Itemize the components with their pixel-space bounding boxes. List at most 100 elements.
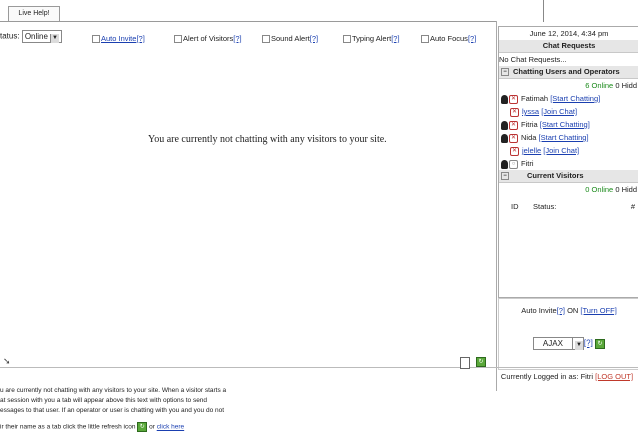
help-line-1: u are currently not chatting with any vi… [0,387,227,394]
visitors-header-label: Current Visitors [527,171,584,180]
collapse-icon[interactable]: − [501,68,509,77]
chat-icon: ✕ [509,94,518,104]
sound-alert-label: Sound Alert [271,34,310,43]
refresh-icon[interactable]: ↻ [595,338,606,349]
users-hidden-count: 0 Hidd [615,81,637,90]
chat-requests-header: Chat Requests [499,40,638,53]
sidebar-panel: June 12, 2014, 4:34 pm Chat Requests No … [498,26,638,298]
chevron-down-icon: ▼ [49,34,59,43]
doc-icon[interactable] [460,357,470,371]
list-item: ✕ jelelle [Join Chat] [499,144,638,157]
divider [496,21,497,391]
visitors-columns: ID Status: # [499,200,638,213]
users-header[interactable]: − Chatting Users and Operators [499,66,638,79]
document-icon [460,357,470,369]
chat-icon: ✕ [510,107,519,117]
refresh-icon: ↻ [476,357,486,367]
list-item: ✕ Fitria [Start Chatting] [499,118,638,131]
visitors-hidden-count: 0 Hidd [615,185,637,194]
auto-invite-help[interactable]: [?] [557,306,565,315]
turn-off-link[interactable]: [Turn OFF] [580,306,616,315]
col-status: Status: [533,202,557,211]
alert-visitors-help[interactable]: [?] [233,34,241,43]
join-chat-link[interactable]: [Join Chat] [541,107,577,116]
option-typing-alert[interactable]: Typing Alert[?] [343,34,400,44]
click-here-link[interactable]: click here [157,424,184,431]
sound-alert-help[interactable]: [?] [310,34,318,43]
user-name-link[interactable]: lyssa [522,107,539,116]
checkbox-icon[interactable] [343,35,351,44]
help-line-4-row: ir their name as a tab click the little … [0,422,226,433]
option-sound-alert[interactable]: Sound Alert[?] [262,34,318,44]
col-id: ID [511,202,519,211]
tab-rule [0,21,496,22]
mode-select-value: AJAX [542,339,563,348]
user-name: Fatimah [521,94,549,103]
list-item: ○ Fitri [499,157,638,170]
visitors-header[interactable]: − Current Visitors [499,170,638,183]
start-chatting-link[interactable]: [Start Chatting] [550,94,600,103]
logged-in-label: Currently Logged in as: [500,372,579,381]
checkbox-icon[interactable] [262,35,270,44]
mode-help[interactable]: [?] [584,339,593,348]
help-text: u are currently not chatting with any vi… [0,386,226,433]
controls-panel: Auto Invite[?] ON [Turn OFF] AJAX ▼ [?] ↻ [498,298,638,370]
chat-requests-empty: No Chat Requests... [499,55,567,64]
auto-invite-link[interactable]: Auto Invite [101,34,136,43]
chat-icon: ✕ [509,133,518,143]
help-or: or [149,423,155,431]
operator-icon [501,133,508,143]
divider [0,367,638,368]
status-select[interactable]: Online ▼ [21,30,62,43]
datetime: June 12, 2014, 4:34 pm [529,29,609,38]
auto-invite-state: ON [567,306,579,315]
mode-row: AJAX ▼ [?] ↻ [499,337,638,350]
option-alert-visitors[interactable]: Alert of Visitors[?] [174,34,242,44]
mode-select[interactable]: AJAX [532,337,573,350]
auto-focus-label: Auto Focus [430,34,468,43]
cursor-icon: ➘ [3,356,11,366]
checkbox-icon[interactable] [174,35,182,44]
list-item: ✕ lyssa [Join Chat] [499,105,638,118]
option-auto-focus[interactable]: Auto Focus[?] [421,34,476,44]
auto-invite-label: Auto Invite [521,306,557,315]
operator-icon [501,120,508,130]
auto-focus-help[interactable]: [?] [468,34,476,43]
mode-select-arrow[interactable]: ▼ [572,337,584,350]
status-row: tatus: Online ▼ [0,30,62,43]
option-auto-invite[interactable]: Auto Invite[?] [92,34,145,44]
logged-in-row: Currently Logged in as: Fitri [LOG OUT] [496,370,638,400]
logout-link[interactable]: [LOG OUT] [595,372,633,381]
operator-icon [501,94,508,104]
list-item: ✕ Nida [Start Chatting] [499,131,638,144]
status-select-value: Online [24,32,48,41]
start-chatting-link[interactable]: [Start Chatting] [540,120,590,129]
checkbox-icon[interactable] [421,35,429,44]
divider [543,0,544,22]
users-header-label: Chatting Users and Operators [513,67,620,76]
user-name: Fitri [521,159,534,168]
help-line-4: ir their name as a tab click the little … [0,423,136,431]
collapse-icon[interactable]: − [501,172,509,181]
checkbox-icon[interactable] [92,35,100,44]
refresh-icon[interactable]: ↻ [137,422,148,432]
user-name-link[interactable]: jelelle [522,146,541,155]
chat-icon: ○ [509,159,518,169]
visitors-count: 0 Online 0 Hidd [499,183,638,196]
operator-icon [501,159,508,169]
typing-alert-help[interactable]: [?] [391,34,399,43]
help-line-2: at session with you a tab will appear ab… [0,397,208,404]
join-chat-link[interactable]: [Join Chat] [543,146,579,155]
logged-in-user: Fitri [580,372,594,381]
users-count: 6 Online 0 Hidd [499,79,638,92]
chat-icon: ✕ [509,120,518,130]
start-chatting-link[interactable]: [Start Chatting] [539,133,589,142]
refresh-button[interactable]: ↻ [476,357,486,367]
users-online-count: 6 Online [585,81,614,90]
tab-live-help[interactable]: Live Help! [8,6,60,21]
help-line-3: essages to that user. If an operator or … [0,407,225,414]
status-label: tatus: [0,31,20,41]
visitors-online-count: 0 Online [585,185,614,194]
list-item: ✕ Fatimah [Start Chatting] [499,92,638,105]
auto-invite-help[interactable]: [?] [136,34,144,43]
